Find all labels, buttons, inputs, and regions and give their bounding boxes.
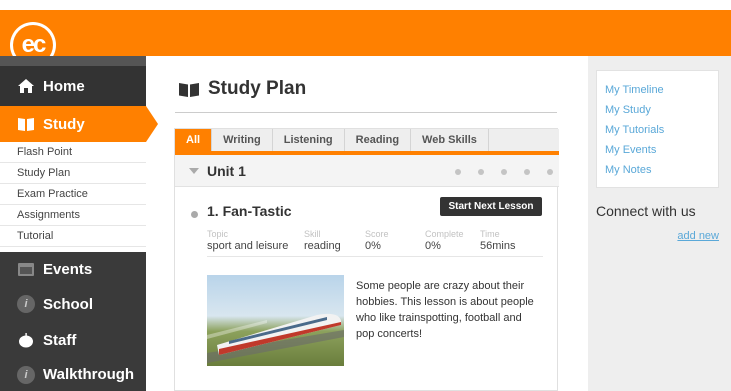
- submenu-item-flash-point[interactable]: Flash Point: [0, 142, 146, 163]
- info-icon: i: [17, 365, 35, 384]
- nav-staff[interactable]: Staff: [0, 322, 146, 358]
- tab-writing[interactable]: Writing: [212, 129, 273, 151]
- nav-walkthrough[interactable]: i Walkthrough: [0, 358, 146, 391]
- study-plan-panel: All Writing Listening Reading Web Skills…: [174, 128, 559, 391]
- nav-study[interactable]: Study: [0, 106, 146, 142]
- lesson-meta-values: sport and leisure reading 0% 0% 56mins: [207, 240, 540, 252]
- info-icon: i: [17, 295, 35, 313]
- nav-home[interactable]: Home: [0, 56, 146, 106]
- home-icon: [18, 79, 34, 93]
- lesson-title[interactable]: 1. Fan-Tastic: [207, 203, 292, 219]
- page-title-text: Study Plan: [208, 78, 307, 99]
- submenu-item-exam-practice[interactable]: Exam Practice: [0, 184, 146, 205]
- meta-label-complete: Complete: [425, 229, 464, 239]
- meta-label-time: Time: [480, 229, 500, 239]
- meta-label-score: Score: [365, 229, 389, 239]
- nav-walkthrough-label: Walkthrough: [43, 366, 135, 383]
- link-my-notes[interactable]: My Notes: [605, 163, 718, 183]
- nav-events[interactable]: Events: [0, 252, 146, 286]
- book-icon: [18, 118, 34, 131]
- lesson-status-dot: [191, 211, 198, 218]
- nav-events-label: Events: [43, 260, 93, 278]
- main-content: Study Plan All Writing Listening Reading…: [160, 56, 588, 391]
- link-my-events[interactable]: My Events: [605, 143, 718, 163]
- add-new-link[interactable]: add new: [677, 230, 719, 242]
- meta-value-complete: 0%: [425, 240, 441, 252]
- meta-label-skill: Skill: [304, 229, 321, 239]
- lesson-meta-labels: Topic Skill Score Complete Time: [207, 229, 540, 239]
- tab-all[interactable]: All: [175, 129, 213, 151]
- tab-reading[interactable]: Reading: [345, 129, 412, 151]
- tab-web-skills[interactable]: Web Skills: [411, 129, 489, 151]
- nav-staff-label: Staff: [43, 331, 77, 349]
- lesson-description: Some people are crazy about their hobbie…: [356, 280, 534, 340]
- unit-header[interactable]: Unit 1: [175, 155, 559, 187]
- link-my-tutorials[interactable]: My Tutorials: [605, 123, 718, 143]
- sidebar: Home Study Flash Point Study Plan Exam P…: [0, 56, 158, 391]
- calendar-icon: [18, 263, 34, 276]
- book-icon: [179, 82, 199, 97]
- meta-value-time: 56mins: [480, 240, 516, 252]
- progress-dot: [501, 169, 507, 175]
- title-divider: [175, 112, 557, 113]
- active-nav-arrow: [146, 106, 158, 142]
- personal-links-box: My Timeline My Study My Tutorials My Eve…: [596, 70, 719, 188]
- link-my-study[interactable]: My Study: [605, 103, 718, 123]
- submenu-item-assignments[interactable]: Assignments: [0, 205, 146, 226]
- link-my-timeline[interactable]: My Timeline: [605, 83, 718, 103]
- nav-school[interactable]: i School: [0, 286, 146, 322]
- apple-icon: [19, 333, 33, 348]
- unit-title: Unit 1: [207, 163, 246, 179]
- nav-study-label: Study: [43, 115, 85, 133]
- connect-heading: Connect with us: [596, 203, 696, 219]
- train-illustration: [207, 313, 344, 363]
- progress-dot: [524, 169, 530, 175]
- lesson-image-train: [207, 275, 344, 366]
- progress-dot: [455, 169, 461, 175]
- page-title: Study Plan: [178, 78, 306, 100]
- progress-dot: [547, 169, 553, 175]
- top-bar: ec: [0, 0, 731, 68]
- progress-dot: [478, 169, 484, 175]
- meta-value-score: 0%: [365, 240, 381, 252]
- study-submenu: Flash Point Study Plan Exam Practice Ass…: [0, 142, 146, 247]
- meta-value-topic: sport and leisure: [207, 240, 289, 252]
- meta-value-skill: reading: [304, 240, 341, 252]
- meta-divider: [207, 256, 543, 257]
- collapse-triangle-icon[interactable]: [189, 168, 199, 174]
- submenu-item-tutorial[interactable]: Tutorial: [0, 226, 146, 247]
- start-next-lesson-button[interactable]: Start Next Lesson: [440, 197, 542, 216]
- nav-home-label: Home: [43, 77, 85, 95]
- submenu-item-study-plan[interactable]: Study Plan: [0, 163, 146, 184]
- unit-progress-dots: [455, 169, 553, 175]
- meta-label-topic: Topic: [207, 229, 229, 239]
- tab-listening[interactable]: Listening: [273, 129, 345, 151]
- right-column: My Timeline My Study My Tutorials My Eve…: [588, 56, 731, 391]
- skill-tabs: All Writing Listening Reading Web Skills: [175, 129, 559, 155]
- nav-school-label: School: [43, 295, 94, 313]
